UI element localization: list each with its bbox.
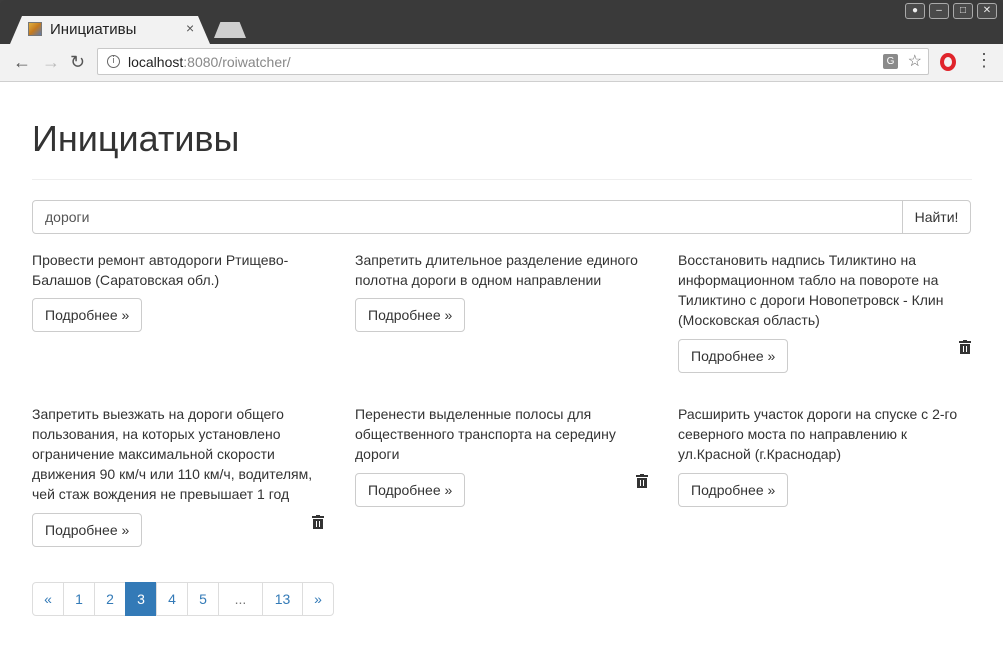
page-content: Инициативы Найти! Провести ремонт автодо…	[0, 82, 1003, 648]
initiative-card: Запретить выезжать на дороги общего поль…	[32, 404, 330, 547]
initiative-text: Восстановить надпись Тиликтино на информ…	[678, 252, 944, 328]
pagination-page[interactable]: 5	[187, 582, 219, 616]
info-icon[interactable]: i	[107, 55, 120, 68]
pagination: « 1 2 3 4 5 ... 13 »	[32, 582, 334, 616]
trash-icon[interactable]	[959, 340, 971, 354]
more-button[interactable]: Подробнее »	[678, 339, 789, 373]
star-icon[interactable]: ☆	[908, 51, 922, 71]
initiative-text: Запретить выезжать на дороги общего поль…	[32, 406, 313, 502]
initiative-card: Восстановить надпись Тиликтино на информ…	[678, 250, 976, 373]
new-tab-button[interactable]	[214, 22, 246, 38]
initiative-text: Запретить длительное разделение единого …	[355, 252, 638, 288]
pagination-page-active[interactable]: 3	[125, 582, 157, 616]
window-controls: ● – □ ✕	[905, 3, 997, 19]
tab-initiatives[interactable]: Инициативы ×	[10, 16, 210, 44]
more-button[interactable]: Подробнее »	[355, 473, 466, 507]
pagination-prev[interactable]: «	[32, 582, 64, 616]
minimize-icon[interactable]: –	[929, 3, 949, 19]
reload-icon[interactable]: ↻	[70, 52, 85, 73]
browser-toolbar: ← → ↻ i localhost:8080/roiwatcher/ G ☆ ⋮	[0, 44, 1003, 82]
pagination-page[interactable]: 2	[94, 582, 126, 616]
url-text[interactable]: localhost:8080/roiwatcher/	[128, 54, 291, 70]
tab-title: Инициативы	[50, 21, 137, 38]
url-host: localhost	[128, 54, 184, 70]
pagination-page[interactable]: 4	[156, 582, 188, 616]
page-title: Инициативы	[32, 118, 240, 159]
url-path: :8080/roiwatcher/	[183, 54, 291, 70]
more-button[interactable]: Подробнее »	[32, 513, 143, 547]
kebab-menu-icon[interactable]: ⋮	[975, 51, 993, 69]
address-bar[interactable]: i localhost:8080/roiwatcher/ G ☆	[97, 48, 929, 75]
translate-icon[interactable]: G	[883, 54, 898, 69]
more-button[interactable]: Подробнее »	[355, 298, 466, 332]
initiative-card: Расширить участок дороги на спуске с 2-г…	[678, 404, 976, 507]
initiative-card: Запретить длительное разделение единого …	[355, 250, 653, 332]
search-button[interactable]: Найти!	[902, 200, 971, 234]
pagination-page[interactable]: 1	[63, 582, 95, 616]
initiative-card: Провести ремонт автодороги Ртищево-Балаш…	[32, 250, 330, 332]
divider	[32, 179, 972, 180]
opera-icon[interactable]	[940, 53, 956, 71]
more-button[interactable]: Подробнее »	[32, 298, 143, 332]
tab-close-icon[interactable]: ×	[186, 20, 194, 36]
back-icon[interactable]: ←	[13, 52, 31, 73]
trash-icon[interactable]	[636, 474, 648, 488]
pagination-page[interactable]: 13	[262, 582, 303, 616]
search-input[interactable]	[32, 200, 903, 234]
tab-strip: Инициативы × ● – □ ✕	[0, 0, 1003, 44]
trash-icon[interactable]	[312, 515, 324, 529]
initiative-text: Перенести выделенные полосы для обществе…	[355, 406, 616, 462]
initiative-text: Провести ремонт автодороги Ртищево-Балаш…	[32, 252, 289, 288]
maximize-icon[interactable]: □	[953, 3, 973, 19]
forward-icon[interactable]: →	[42, 52, 60, 73]
browser-window: Инициативы × ● – □ ✕ ← → ↻ i localhost:8…	[0, 0, 1003, 648]
initiative-text: Расширить участок дороги на спуске с 2-г…	[678, 406, 958, 462]
close-window-icon[interactable]: ✕	[977, 3, 997, 19]
favicon-icon	[28, 22, 42, 36]
initiative-card: Перенести выделенные полосы для обществе…	[355, 404, 653, 507]
pagination-next[interactable]: »	[302, 582, 334, 616]
pagination-ellipsis: ...	[218, 582, 263, 616]
user-profile-icon[interactable]: ●	[905, 3, 925, 19]
more-button[interactable]: Подробнее »	[678, 473, 789, 507]
